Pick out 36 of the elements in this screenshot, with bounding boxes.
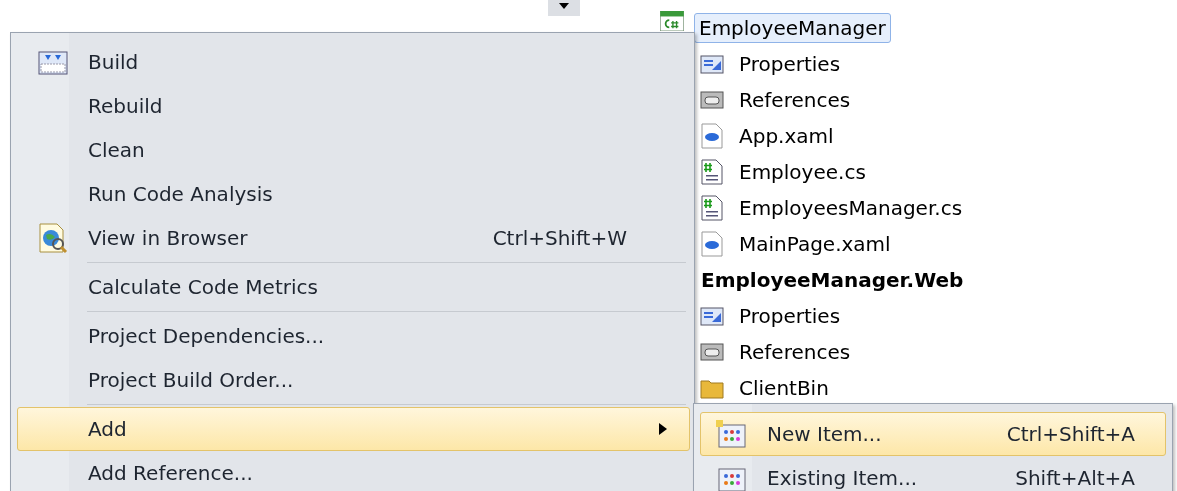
new-item-icon [715,419,747,449]
menu-item[interactable]: Clean [17,128,690,172]
csharp-project-icon [660,11,684,31]
references-icon [700,89,724,111]
menu-item[interactable]: Project Dependencies... [17,314,690,358]
menu-item[interactable]: Run Code Analysis [17,172,690,216]
globe-page-icon [37,222,69,254]
tree-item[interactable]: ClientBin [734,373,834,403]
references-icon [700,341,724,363]
tree-item[interactable]: Properties [734,301,846,331]
tree-item[interactable]: Employee.cs [734,157,871,187]
menu-item[interactable]: View in Browser Ctrl+Shift+W [17,216,690,260]
xaml-file-icon [700,231,724,257]
csharp-file-icon [700,195,724,221]
tree-item[interactable]: References [734,337,856,367]
menu-item[interactable]: Existing Item... Shift+Alt+A [700,456,1166,491]
menu-item[interactable]: Build [17,40,690,84]
xaml-file-icon [700,123,724,149]
folder-icon [700,377,724,399]
menu-item[interactable]: New Item... Ctrl+Shift+A [700,412,1166,456]
csharp-file-icon [700,159,724,185]
build-icon [37,48,69,76]
properties-icon [700,305,724,327]
tree-item[interactable]: References [734,85,856,115]
tree-item[interactable]: EmployeeManager [694,13,891,43]
menu-item[interactable]: Add [17,407,690,451]
tree-item[interactable]: App.xaml [734,121,839,151]
menu-item[interactable]: Rebuild [17,84,690,128]
menu-item[interactable]: Add Reference... [17,451,690,491]
tree-item[interactable]: EmployeeManager.Web [694,265,969,295]
tree-item[interactable]: Properties [734,49,846,79]
menu-item[interactable]: Calculate Code Metrics [17,265,690,309]
properties-icon [700,53,724,75]
tree-item[interactable]: EmployeesManager.cs [734,193,968,223]
menu-item[interactable]: Project Build Order... [17,358,690,402]
tree-item[interactable]: MainPage.xaml [734,229,896,259]
